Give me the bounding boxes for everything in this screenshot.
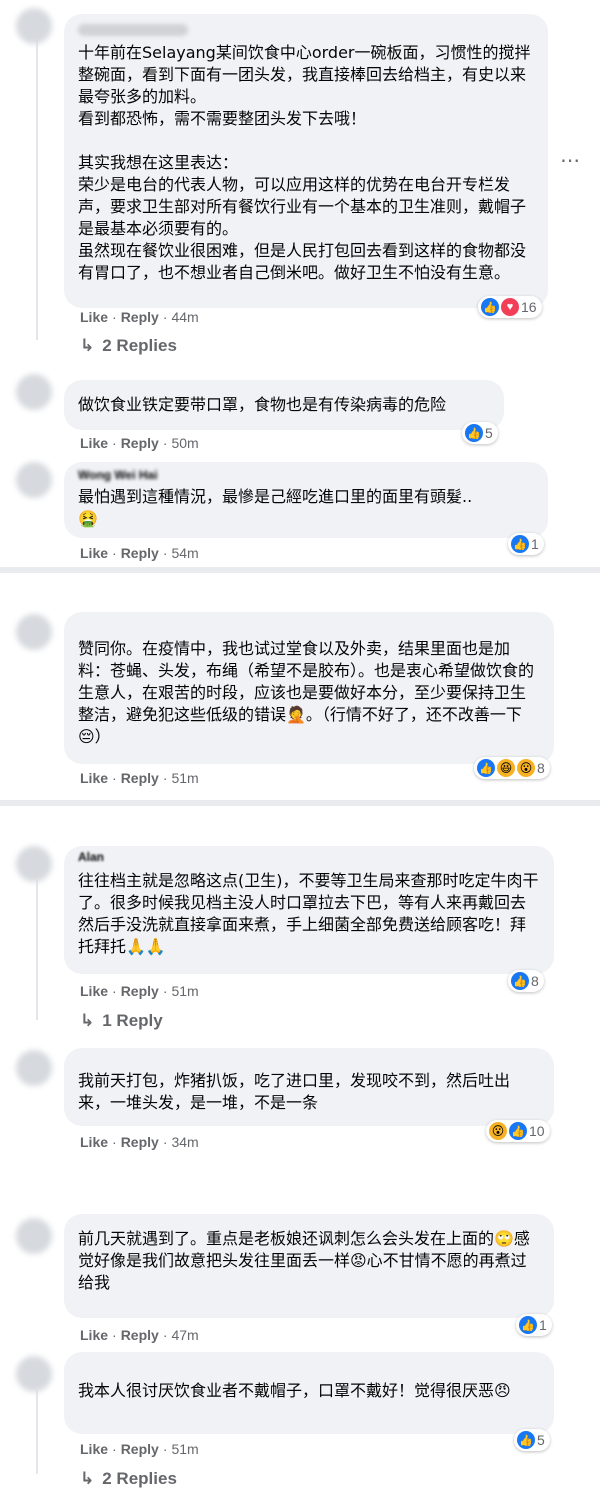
thread-line: [36, 1390, 38, 1474]
reply-arrow-icon: ↳: [80, 336, 95, 355]
avatar[interactable]: [16, 8, 52, 44]
timestamp[interactable]: 51m: [171, 983, 198, 999]
like-button[interactable]: Like: [80, 983, 108, 999]
reaction-count: 1: [531, 536, 539, 552]
wow-emoji-icon: 😮: [517, 759, 535, 777]
reaction-summary[interactable]: 👍 5: [462, 422, 498, 444]
reaction-count: 16: [521, 299, 537, 315]
reaction-summary[interactable]: 👍 5: [514, 1429, 550, 1451]
timestamp[interactable]: 51m: [171, 770, 198, 786]
reaction-count: 5: [485, 425, 493, 441]
timestamp[interactable]: 44m: [171, 309, 198, 325]
comment-text: 前几天就遇到了。重点是老板娘还讽刺怎么会头发在上面的🙄感觉好像是我们故意把头发往…: [78, 1229, 530, 1292]
heart-icon: ♥: [501, 298, 519, 316]
reaction-summary[interactable]: 👍 1: [508, 533, 544, 555]
comment-actions: Like · Reply · 51m: [80, 770, 199, 786]
thumbs-up-icon: 👍: [511, 535, 529, 553]
thumbs-up-icon: 👍: [511, 972, 529, 990]
reply-arrow-icon: ↳: [80, 1469, 95, 1488]
like-button[interactable]: Like: [80, 1134, 108, 1150]
comment-bubble: 我本人很讨厌饮食业者不戴帽子，口罩不戴好！觉得很厌恶😠: [64, 1352, 554, 1434]
avatar[interactable]: [16, 846, 52, 882]
reply-arrow-icon: ↳: [80, 1011, 95, 1030]
comment-actions: Like · Reply · 54m: [80, 545, 199, 561]
comment-actions: Like · Reply · 51m: [80, 983, 199, 999]
avatar[interactable]: [16, 374, 52, 410]
reaction-count: 8: [537, 760, 545, 776]
reply-button[interactable]: Reply: [121, 1441, 159, 1457]
reply-button[interactable]: Reply: [121, 770, 159, 786]
comment-actions: Like · Reply · 47m: [80, 1327, 199, 1343]
reply-button[interactable]: Reply: [121, 545, 159, 561]
comment-bubble: 赞同你。在疫情中，我也试过堂食以及外卖，结果里面也是加料：苍蝇、头发，布绳（希望…: [64, 612, 554, 764]
view-replies-button[interactable]: ↳ 2 Replies: [80, 1469, 177, 1489]
view-replies-button[interactable]: ↳ 1 Reply: [80, 1011, 163, 1031]
avatar[interactable]: [16, 1356, 52, 1392]
reply-button[interactable]: Reply: [121, 983, 159, 999]
section-divider: [0, 567, 600, 573]
commenter-name[interactable]: Wong Wei Hai: [78, 468, 534, 486]
more-dots-icon[interactable]: ⋯: [560, 148, 582, 173]
thumbs-up-icon: 👍: [481, 298, 499, 316]
commenter-name[interactable]: Alan: [78, 850, 540, 870]
reaction-count: 5: [537, 1432, 545, 1448]
commenter-name[interactable]: [78, 24, 188, 36]
like-button[interactable]: Like: [80, 770, 108, 786]
reaction-count: 1: [539, 1317, 547, 1333]
comment-bubble: 前几天就遇到了。重点是老板娘还讽刺怎么会头发在上面的🙄感觉好像是我们故意把头发往…: [64, 1214, 554, 1318]
like-button[interactable]: Like: [80, 1441, 108, 1457]
thread-line: [36, 40, 38, 340]
avatar[interactable]: [16, 614, 52, 650]
thumbs-up-icon: 👍: [517, 1431, 535, 1449]
thumbs-up-icon: 👍: [519, 1316, 537, 1334]
thumbs-up-icon: 👍: [509, 1122, 527, 1140]
wow-emoji-icon: 😮: [489, 1122, 507, 1140]
reply-button[interactable]: Reply: [121, 1134, 159, 1150]
timestamp[interactable]: 47m: [171, 1327, 198, 1343]
avatar[interactable]: [16, 1050, 52, 1086]
timestamp[interactable]: 54m: [171, 545, 198, 561]
comment-text: 我本人很讨厌饮食业者不戴帽子，口罩不戴好！觉得很厌恶😠: [78, 1381, 511, 1400]
timestamp[interactable]: 51m: [171, 1441, 198, 1457]
section-divider: [0, 800, 600, 806]
like-button[interactable]: Like: [80, 1327, 108, 1343]
reaction-summary[interactable]: 👍 😆 😮 8: [474, 757, 550, 779]
thumbs-up-icon: 👍: [477, 759, 495, 777]
comment-text: 我前天打包，炸猪扒饭，吃了进口里，发现咬不到，然后吐出来，一堆头发，是一堆，不是…: [78, 1071, 511, 1112]
comment-actions: Like · Reply · 50m: [80, 435, 199, 451]
reaction-summary[interactable]: 👍 ♥ 16: [478, 296, 542, 318]
comment-text: 最怕遇到這種情況，最慘是己經吃進口里的面里有頭髮.. 🤮: [78, 487, 473, 528]
reaction-summary[interactable]: 👍 1: [516, 1314, 552, 1336]
thumbs-up-icon: 👍: [465, 424, 483, 442]
comment-actions: Like · Reply · 44m: [80, 309, 199, 325]
comment-text: 十年前在Selayang某间饮食中心order一碗板面，习惯性的搅拌整碗面，看到…: [78, 43, 531, 282]
reply-button[interactable]: Reply: [121, 309, 159, 325]
comment-text: 往往档主就是忽略这点(卫生)，不要等卫生局来查那时吃定牛肉干了。很多时候我见档主…: [78, 871, 539, 956]
comment-text: 做饮食业铁定要带口罩，食物也是有传染病毒的危险: [78, 395, 447, 414]
reply-button[interactable]: Reply: [121, 435, 159, 451]
reply-button[interactable]: Reply: [121, 1327, 159, 1343]
comment-bubble: 十年前在Selayang某间饮食中心order一碗板面，习惯性的搅拌整碗面，看到…: [64, 14, 548, 308]
comment-bubble: Alan 往往档主就是忽略这点(卫生)，不要等卫生局来查那时吃定牛肉干了。很多时…: [64, 846, 554, 974]
avatar[interactable]: [16, 462, 52, 498]
comment-bubble: Wong Wei Hai 最怕遇到這種情況，最慘是己經吃進口里的面里有頭髮.. …: [64, 462, 548, 538]
like-button[interactable]: Like: [80, 435, 108, 451]
like-button[interactable]: Like: [80, 309, 108, 325]
like-button[interactable]: Like: [80, 545, 108, 561]
comment-bubble: 我前天打包，炸猪扒饭，吃了进口里，发现咬不到，然后吐出来，一堆头发，是一堆，不是…: [64, 1048, 554, 1126]
timestamp[interactable]: 50m: [171, 435, 198, 451]
reaction-summary[interactable]: 👍 8: [508, 970, 544, 992]
reaction-count: 10: [529, 1123, 545, 1139]
laughing-emoji-icon: 😆: [497, 759, 515, 777]
comment-text: 赞同你。在疫情中，我也试过堂食以及外卖，结果里面也是加料：苍蝇、头发，布绳（希望…: [78, 639, 535, 746]
avatar[interactable]: [16, 1218, 52, 1254]
reaction-count: 8: [531, 973, 539, 989]
comment-actions: Like · Reply · 51m: [80, 1441, 199, 1457]
timestamp[interactable]: 34m: [171, 1134, 198, 1150]
view-replies-button[interactable]: ↳ 2 Replies: [80, 336, 177, 356]
comment-bubble: 做饮食业铁定要带口罩，食物也是有传染病毒的危险: [64, 380, 504, 430]
comment-actions: Like · Reply · 34m: [80, 1134, 199, 1150]
thread-line: [36, 880, 38, 1020]
reaction-summary[interactable]: 😮 👍 10: [486, 1120, 550, 1142]
